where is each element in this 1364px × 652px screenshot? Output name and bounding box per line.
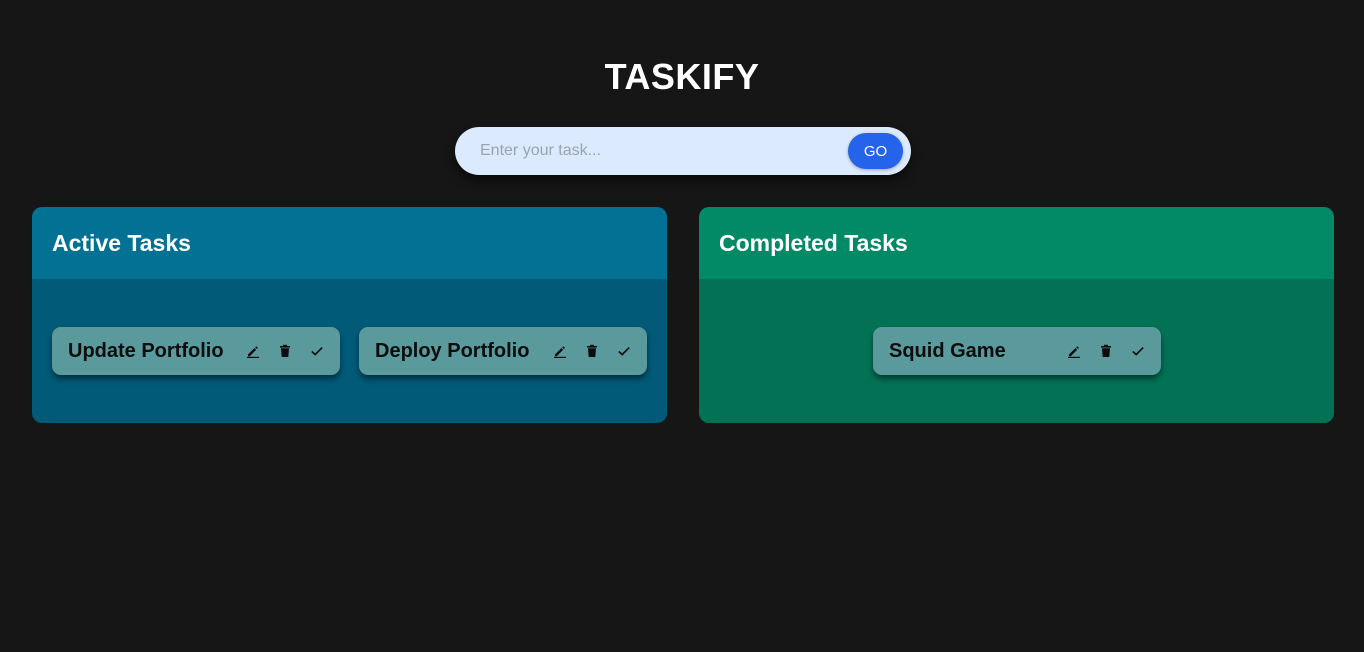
active-tasks-list[interactable]: Update Portfolio Deploy Portfolio [32,279,667,423]
active-tasks-heading: Active Tasks [32,207,667,279]
task-card[interactable]: Deploy Portfolio [359,327,647,375]
check-icon[interactable] [615,342,633,360]
pencil-icon[interactable] [244,342,262,360]
task-input[interactable] [455,127,845,175]
completed-tasks-list[interactable]: Squid Game [699,279,1334,423]
go-button[interactable]: GO [848,133,903,169]
task-card[interactable]: Update Portfolio [52,327,340,375]
completed-tasks-heading: Completed Tasks [699,207,1334,279]
trash-icon[interactable] [583,342,601,360]
pencil-icon[interactable] [1065,342,1083,360]
trash-icon[interactable] [276,342,294,360]
trash-icon[interactable] [1097,342,1115,360]
pencil-icon[interactable] [551,342,569,360]
task-label: Deploy Portfolio [375,339,530,362]
task-label: Update Portfolio [68,339,224,362]
app-title: TASKIFY [604,56,760,97]
task-form: GO [455,127,911,175]
active-tasks-column: Active Tasks Update Portfolio Deploy Por… [32,207,667,423]
task-card[interactable]: Squid Game [873,327,1161,375]
check-icon[interactable] [1129,342,1147,360]
check-icon[interactable] [308,342,326,360]
task-label: Squid Game [889,339,1006,362]
completed-tasks-column: Completed Tasks Squid Game [699,207,1334,423]
